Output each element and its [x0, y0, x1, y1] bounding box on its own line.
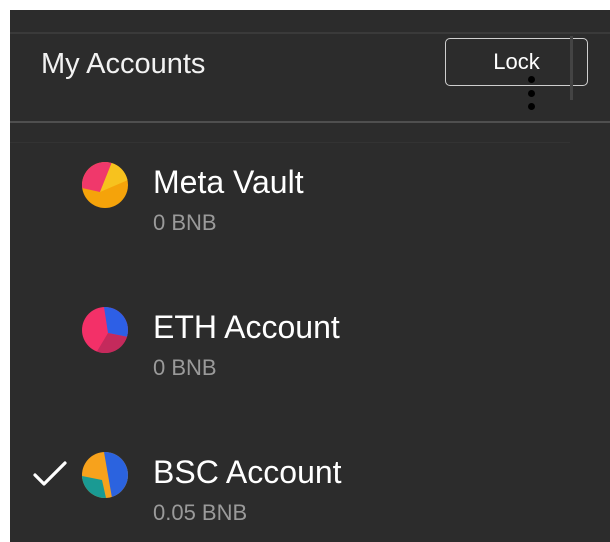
scrollbar[interactable]	[570, 36, 573, 100]
kebab-menu-icon[interactable]	[527, 76, 535, 110]
jazzicon-avatar-icon	[82, 452, 128, 498]
account-balance: 0.05 BNB	[153, 500, 248, 525]
account-balance: 0 BNB	[153, 210, 217, 235]
account-item-bsc-account[interactable]: BSC Account 0.05 BNB	[10, 432, 610, 542]
account-name: Meta Vault	[153, 164, 304, 200]
kebab-dot	[527, 103, 535, 110]
jazzicon-avatar-icon	[82, 307, 128, 353]
kebab-dot	[527, 89, 535, 97]
kebab-dot	[527, 76, 535, 83]
header-divider	[10, 121, 610, 123]
account-name: ETH Account	[153, 309, 340, 345]
jazzicon-avatar-icon	[82, 162, 128, 208]
account-menu-header: My Accounts Lock	[10, 10, 610, 122]
account-name: BSC Account	[153, 454, 342, 490]
account-item-eth-account[interactable]: ETH Account 0 BNB	[10, 287, 610, 407]
checkmark-icon	[33, 461, 67, 486]
account-menu-panel: My Accounts Lock Meta Vault 0 BNB ETH Ac…	[10, 10, 610, 542]
account-menu-title: My Accounts	[41, 48, 206, 80]
account-item-meta-vault[interactable]: Meta Vault 0 BNB	[10, 142, 610, 262]
account-balance: 0 BNB	[153, 355, 217, 380]
lock-button[interactable]: Lock	[445, 38, 588, 86]
